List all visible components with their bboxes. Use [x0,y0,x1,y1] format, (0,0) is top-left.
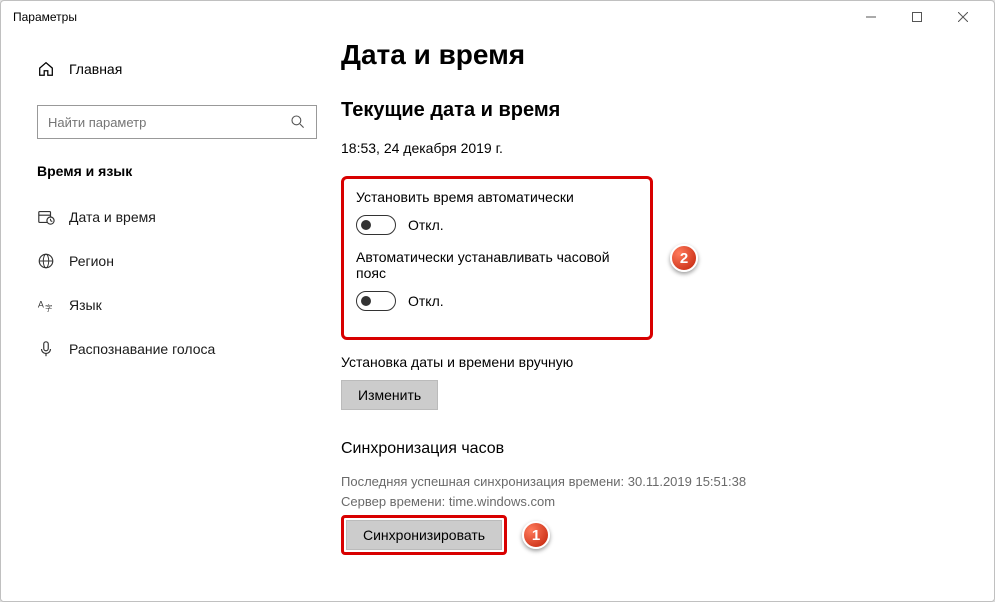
microphone-icon [37,340,55,358]
window-title: Параметры [13,10,77,24]
sync-last-success: Последняя успешная синхронизация времени… [341,472,984,492]
auto-tz-label: Автоматически устанавливать часовой пояс [356,249,632,281]
sync-title: Синхронизация часов [341,440,984,458]
sidebar-item-speech[interactable]: Распознавание голоса [37,327,341,371]
settings-window: Параметры Главная Время и язык [0,0,995,602]
sidebar-item-date-time[interactable]: Дата и время [37,195,341,239]
auto-time-label: Установить время автоматически [356,189,632,205]
sidebar-nav: Дата и время Регион A字 Язык Распознавани… [37,195,341,371]
sync-server: Сервер времени: time.windows.com [341,492,984,512]
home-link[interactable]: Главная [37,51,341,87]
annotation-callout-1: 1 [522,521,550,549]
content: Дата и время Текущие дата и время 18:53,… [341,33,994,601]
sidebar-item-region[interactable]: Регион [37,239,341,283]
calendar-clock-icon [37,208,55,226]
current-datetime-heading: Текущие дата и время [341,99,984,122]
search-icon [290,114,306,130]
minimize-icon [866,12,876,22]
svg-text:A: A [38,300,44,310]
change-button[interactable]: Изменить [341,380,438,410]
highlight-box-toggles: Установить время автоматически Откл. Авт… [341,176,653,340]
search-box[interactable] [37,105,317,139]
auto-tz-toggle[interactable] [356,291,396,311]
sidebar-item-label: Регион [69,253,114,269]
sidebar-item-language[interactable]: A字 Язык [37,283,341,327]
page-title: Дата и время [341,39,984,71]
auto-time-toggle[interactable] [356,215,396,235]
search-input[interactable] [48,115,290,130]
manual-set-label: Установка даты и времени вручную [341,354,984,370]
auto-tz-state: Откл. [408,293,444,309]
sidebar-category: Время и язык [37,163,341,179]
svg-text:字: 字 [45,303,52,312]
maximize-button[interactable] [894,1,940,33]
sidebar-item-label: Распознавание голоса [69,341,215,357]
close-button[interactable] [940,1,986,33]
highlight-box-sync: Синхронизировать 1 [341,515,507,555]
sync-section: Синхронизация часов Последняя успешная с… [341,440,984,555]
titlebar: Параметры [1,1,994,33]
sidebar-item-label: Дата и время [69,209,156,225]
home-label: Главная [69,61,122,77]
sync-button[interactable]: Синхронизировать [346,520,502,550]
maximize-icon [912,12,922,22]
auto-time-state: Откл. [408,217,444,233]
current-datetime-value: 18:53, 24 декабря 2019 г. [341,140,984,156]
annotation-callout-2: 2 [670,244,698,272]
minimize-button[interactable] [848,1,894,33]
sidebar: Главная Время и язык Дата и время Регион… [1,33,341,601]
close-icon [958,12,968,22]
globe-icon [37,252,55,270]
language-icon: A字 [37,296,55,314]
home-icon [37,60,55,78]
sidebar-item-label: Язык [69,297,102,313]
